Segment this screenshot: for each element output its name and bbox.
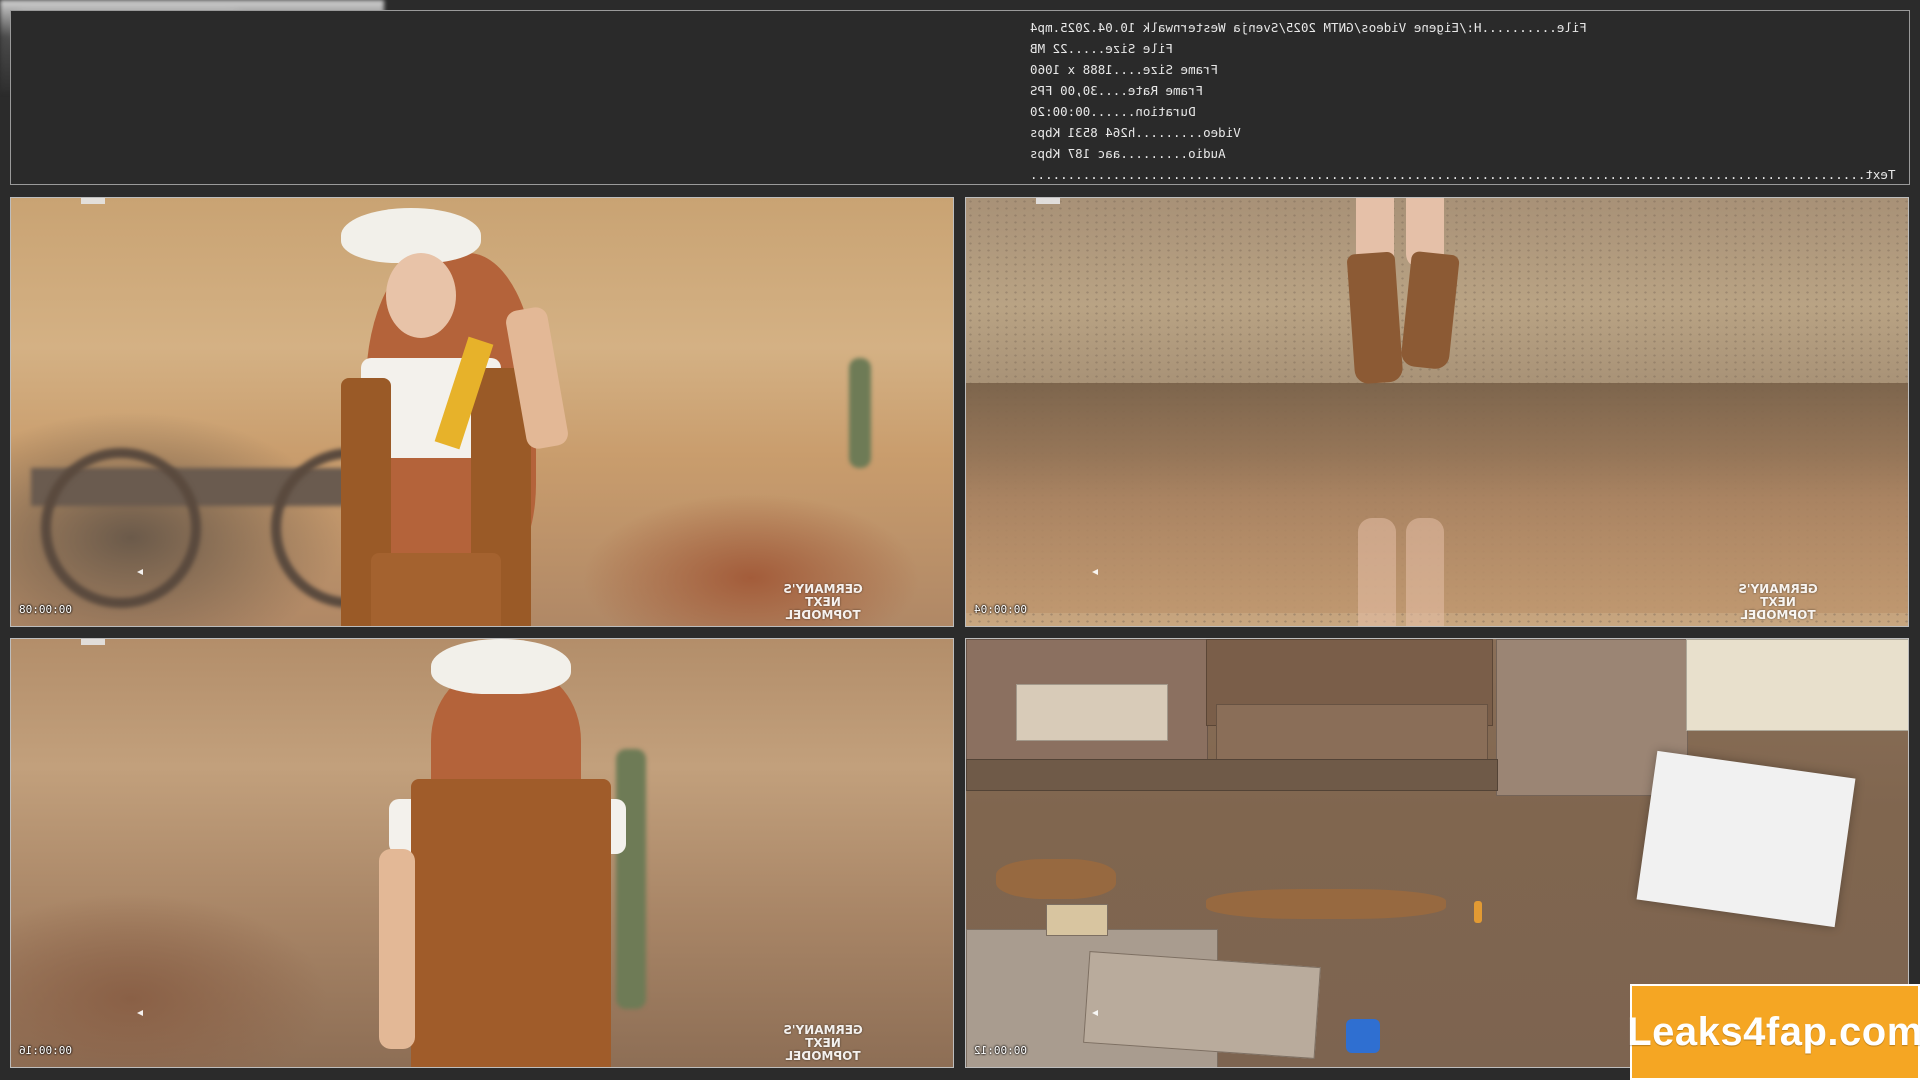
- info-line-video: Video.........h264 8531 Kbps: [1029, 125, 1241, 140]
- cactus-image: [616, 749, 646, 1009]
- scene-cowgirl-front: [11, 198, 953, 626]
- site-watermark-text: Leaks4fap.com: [1627, 1009, 1920, 1054]
- gntm-logo: GERMANY'S NEXT TOPMODEL: [783, 1023, 863, 1063]
- gntm-logo: GERMANY'S NEXT TOPMODEL: [1738, 582, 1818, 622]
- gntm-logo: GERMANY'S NEXT TOPMODEL: [783, 582, 863, 622]
- hat-image: [431, 639, 571, 694]
- blue-barrel: [1346, 1019, 1380, 1053]
- corner-tab: [81, 198, 105, 204]
- info-line-file-size: File Size.....22 MB: [1029, 41, 1173, 56]
- person-figure: [1474, 901, 1482, 923]
- timestamp: 00:00:04: [974, 603, 1027, 616]
- site-watermark-badge[interactable]: Leaks4fap.com: [1627, 984, 1920, 1080]
- scene-cowgirl-back: [11, 639, 953, 1067]
- info-line-audio: Audio.........aac 187 Kbps: [1029, 146, 1226, 161]
- thumbnail-1[interactable]: 00:00:08 GERMANY'S NEXT TOPMODEL: [10, 197, 954, 627]
- thumbnail-3[interactable]: 00:00:16 GERMANY'S NEXT TOPMODEL: [10, 638, 954, 1068]
- info-line-duration: Duration......00:00:20: [1029, 104, 1196, 119]
- corner-tab: [1036, 198, 1060, 204]
- cactus-image: [849, 358, 871, 468]
- timestamp: 00:00:16: [19, 1044, 72, 1057]
- white-tarp: [1636, 750, 1856, 928]
- wagon-image: [31, 428, 431, 608]
- model-figure: [341, 208, 671, 626]
- info-line-frame-rate: Frame Rate....30,00 FPS: [1029, 83, 1203, 98]
- vest-image: [411, 779, 611, 1067]
- corner-tab: [81, 639, 105, 645]
- info-line-text: Text....................................…: [1029, 167, 1895, 182]
- contact-sheet: File..........H:/Eigene Videos/GNTM 2025…: [0, 0, 1920, 1080]
- timestamp: 00:00:12: [974, 1044, 1027, 1057]
- thumbnail-2[interactable]: 00:00:04 GERMANY'S NEXT TOPMODEL: [965, 197, 1909, 627]
- timestamp: 00:00:08: [19, 603, 72, 616]
- info-line-file: File..........H:/Eigene Videos/GNTM 2025…: [1029, 20, 1587, 35]
- boot-image: [1346, 251, 1404, 385]
- info-line-frame-size: Frame Size....1888 x 1060: [1029, 62, 1218, 77]
- media-info-lines: File..........H:/Eigene Videos/GNTM 2025…: [1030, 17, 1895, 185]
- media-info-panel: File..........H:/Eigene Videos/GNTM 2025…: [10, 10, 1910, 185]
- scene-boots-puddle: [966, 198, 1908, 626]
